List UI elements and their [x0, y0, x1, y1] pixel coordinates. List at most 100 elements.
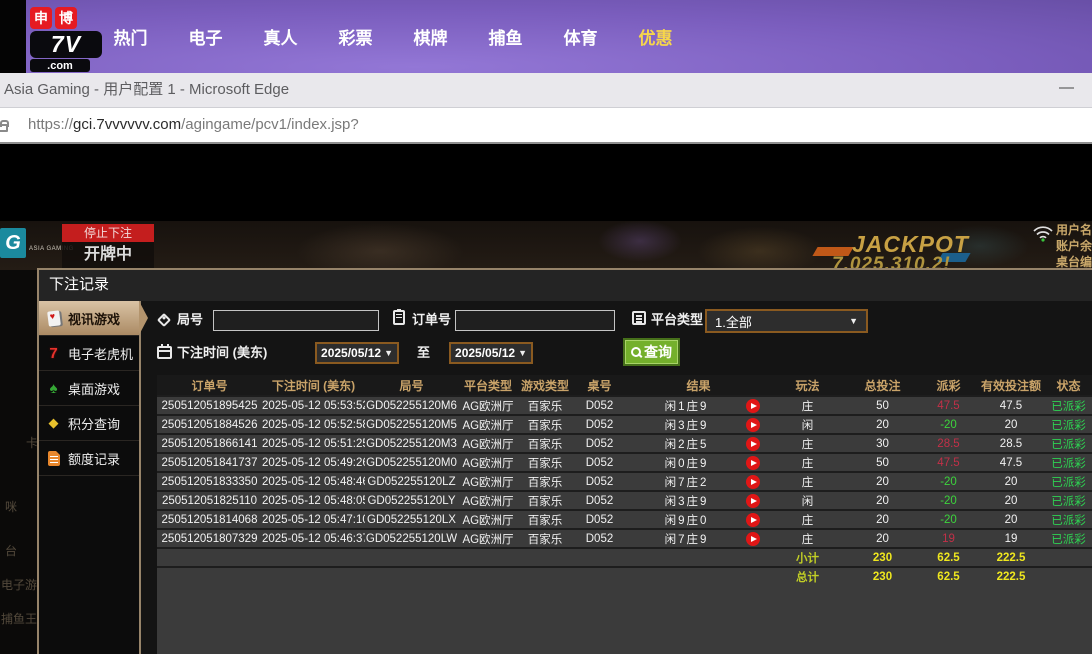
minimize-button[interactable]: — [1059, 73, 1074, 103]
play-icon[interactable] [746, 475, 760, 489]
play-icon[interactable] [746, 532, 760, 546]
site-nav: 申 博 7V .com 热门 电子 真人 彩票 棋牌 捕鱼 体育 优惠 [0, 0, 1092, 73]
order-number-input[interactable] [455, 310, 615, 331]
diamond-icon: ◆ [45, 415, 62, 432]
cell-round: GD052255120LZ [365, 472, 458, 491]
play-icon[interactable] [746, 437, 760, 451]
cell-platform: AG欧洲厅 [458, 434, 518, 453]
cell-result: 闲3庄9 [627, 491, 770, 510]
dropdown-arrow-icon: ▼ [384, 348, 393, 358]
query-button-label: 查询 [644, 342, 672, 362]
black-gap [0, 144, 1092, 221]
spade-icon: ♠ [45, 380, 62, 397]
cell-round: GD052255120M6 [365, 396, 458, 415]
header-payout: 派彩 [920, 375, 977, 396]
total-label: 总计 [770, 567, 845, 586]
background-left-column [0, 270, 37, 654]
address-bar[interactable]: https://gci.7vvvvvv.com/agingame/pcv1/in… [0, 108, 1092, 144]
cell-time: 2025-05-12 05:47:10 [262, 510, 365, 529]
date-to-select[interactable]: 2025/05/12 ▼ [449, 342, 533, 364]
date-to-value: 2025/05/12 [455, 346, 515, 360]
cell-bet: 20 [845, 491, 920, 510]
slot-seven-icon: 7 [45, 345, 62, 362]
cell-valid: 20 [977, 510, 1045, 529]
cell-platform: AG欧洲厅 [458, 491, 518, 510]
play-icon[interactable] [746, 418, 760, 432]
bet-time-label: 下注时间 (美东) [177, 342, 267, 364]
nav-item-cards[interactable]: 棋牌 [393, 0, 468, 73]
cell-time: 2025-05-12 05:48:05 [262, 491, 365, 510]
cell-table: D052 [572, 510, 627, 529]
subtotal-bet: 230 [845, 548, 920, 567]
order-number-label: 订单号 [412, 309, 451, 331]
sidebar-item-table-games[interactable]: ♠ 桌面游戏 [39, 371, 139, 406]
cell-time: 2025-05-12 05:49:26 [262, 453, 365, 472]
nav-item-sports[interactable]: 体育 [543, 0, 618, 73]
cards-icon: ♥ [45, 310, 62, 327]
bg-dim-text: 咪 [5, 498, 17, 515]
cell-table: D052 [572, 491, 627, 510]
nav-item-promos[interactable]: 优惠 [618, 0, 693, 73]
total-payout: 62.5 [920, 567, 977, 586]
cell-bet: 20 [845, 510, 920, 529]
table-header-row: 订单号 下注时间 (美东) 局号 平台类型 游戏类型 桌号 结果 玩法 总投注 … [157, 375, 1092, 396]
nav-menu: 热门 电子 真人 彩票 棋牌 捕鱼 体育 优惠 [93, 0, 693, 73]
clipboard-icon [393, 310, 405, 325]
to-label: 至 [417, 342, 430, 364]
play-icon[interactable] [746, 494, 760, 508]
sidebar-item-video-games[interactable]: ♥ 视讯游戏 [39, 301, 139, 336]
cell-status: 已派彩 [1045, 491, 1092, 510]
table-row: 250512051884526 2025-05-12 05:52:58 GD05… [157, 415, 1092, 434]
sidebar-item-slot-machines[interactable]: 7 电子老虎机 [39, 336, 139, 371]
cell-play: 庄 [770, 396, 845, 415]
cell-status: 已派彩 [1045, 453, 1092, 472]
bet-records-panel: 下注记录 ♥ 视讯游戏 7 电子老虎机 ♠ 桌面游戏 ◆ 积分查询 [37, 268, 1092, 654]
play-icon[interactable] [746, 456, 760, 470]
panel-title: 下注记录 [39, 270, 1092, 301]
cell-play: 庄 [770, 529, 845, 548]
cell-valid: 20 [977, 415, 1045, 434]
round-number-input[interactable] [213, 310, 379, 331]
cell-result: 闲7庄2 [627, 472, 770, 491]
total-valid: 222.5 [977, 567, 1045, 586]
nav-item-lottery[interactable]: 彩票 [318, 0, 393, 73]
header-table: 桌号 [572, 375, 627, 396]
sidebar-item-label: 额度记录 [68, 449, 120, 468]
cell-round: GD052255120M5 [365, 415, 458, 434]
platform-type-select[interactable]: 1.全部 ▼ [705, 309, 868, 333]
subtotal-label: 小计 [770, 548, 845, 567]
cell-time: 2025-05-12 05:51:25 [262, 434, 365, 453]
nav-item-fishing[interactable]: 捕鱼 [468, 0, 543, 73]
nav-item-hot[interactable]: 热门 [93, 0, 168, 73]
cell-game: 百家乐 [518, 529, 572, 548]
cell-valid: 19 [977, 529, 1045, 548]
cell-table: D052 [572, 529, 627, 548]
sidebar-item-credit-records[interactable]: 额度记录 [39, 441, 139, 476]
cell-valid: 47.5 [977, 396, 1045, 415]
sidebar-item-label: 电子老虎机 [68, 344, 133, 363]
header-game: 游戏类型 [518, 375, 572, 396]
nav-item-slots[interactable]: 电子 [168, 0, 243, 73]
cell-play: 庄 [770, 453, 845, 472]
nav-item-live[interactable]: 真人 [243, 0, 318, 73]
cell-status: 已派彩 [1045, 510, 1092, 529]
date-from-select[interactable]: 2025/05/12 ▼ [315, 342, 399, 364]
header-time: 下注时间 (美东) [262, 375, 365, 396]
bg-dim-text: 台 [5, 542, 17, 559]
play-icon[interactable] [746, 399, 760, 413]
date-from-value: 2025/05/12 [321, 346, 381, 360]
dropdown-arrow-icon: ▼ [849, 316, 858, 326]
play-icon[interactable] [746, 513, 760, 527]
cell-bet: 30 [845, 434, 920, 453]
cell-round: GD052255120M0 [365, 453, 458, 472]
cell-table: D052 [572, 396, 627, 415]
cell-table: D052 [572, 415, 627, 434]
cell-status: 已派彩 [1045, 396, 1092, 415]
cell-play: 庄 [770, 510, 845, 529]
cell-play: 闲 [770, 415, 845, 434]
sidebar-item-points-query[interactable]: ◆ 积分查询 [39, 406, 139, 441]
wifi-icon [1032, 224, 1054, 242]
calendar-icon [157, 346, 172, 359]
query-button[interactable]: 查询 [623, 338, 680, 366]
sidebar-item-label: 积分查询 [68, 414, 120, 433]
